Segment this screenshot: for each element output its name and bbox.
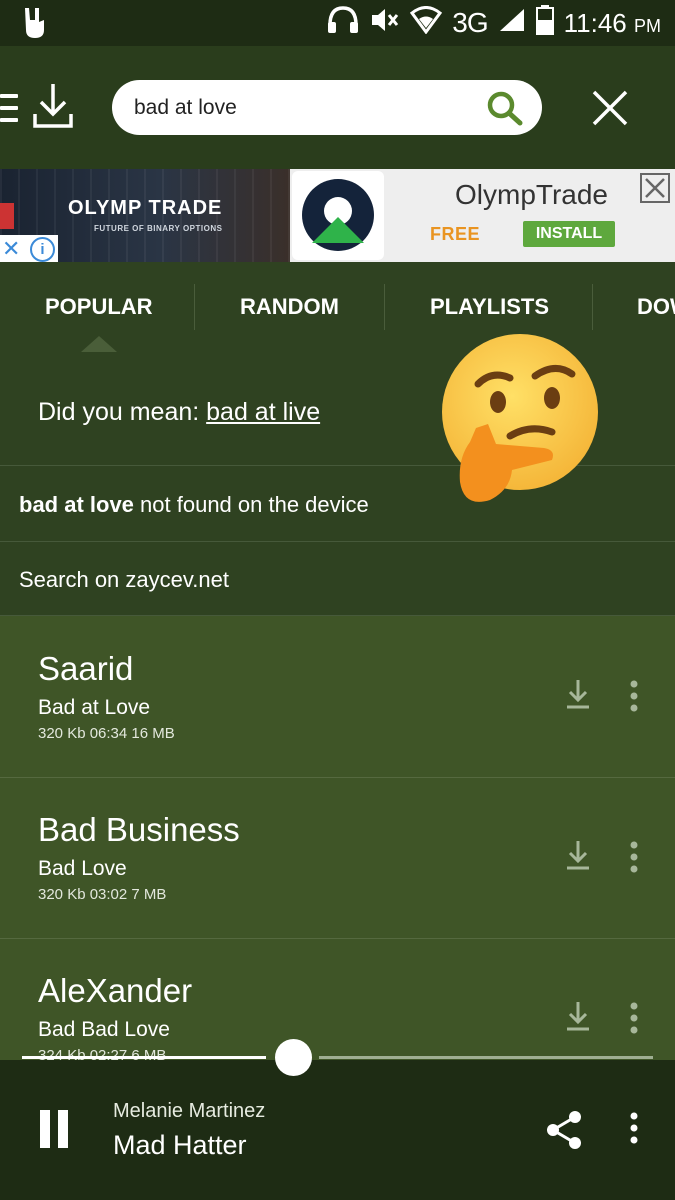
progress-fill: [22, 1056, 266, 1059]
track-meta: 320 Kb 03:02 7 MB: [38, 886, 167, 903]
ad-free-label: FREE: [430, 224, 481, 244]
results-list: Saarid Bad at Love 320 Kb 06:34 16 MB Ba…: [0, 616, 675, 1060]
clock: 11:46 PM: [563, 7, 661, 38]
signal-icon: [498, 7, 526, 40]
suggestion-link[interactable]: bad at live: [206, 398, 320, 426]
tab-playlists[interactable]: PLAYLISTS: [430, 294, 549, 320]
menu-icon[interactable]: [0, 94, 18, 130]
ad-banner[interactable]: OLYMP TRADE FUTURE OF BINARY OPTIONS ✕ i…: [0, 169, 675, 262]
more-options-icon[interactable]: [628, 1002, 640, 1039]
more-options-icon[interactable]: [628, 680, 640, 717]
ad-install-button[interactable]: INSTALL: [523, 221, 615, 247]
track-artist: Saarid: [38, 650, 134, 687]
headset-icon: [326, 5, 360, 42]
track-title: Bad Love: [38, 857, 127, 880]
ad-image[interactable]: OLYMP TRADE FUTURE OF BINARY OPTIONS ✕ i: [0, 169, 290, 262]
progress-thumb[interactable]: [275, 1039, 312, 1076]
track-meta: 320 Kb 06:34 16 MB: [38, 725, 175, 742]
ad-app-logo[interactable]: [292, 171, 384, 260]
progress-track[interactable]: [319, 1056, 653, 1059]
now-playing-artist: Melanie Martinez: [113, 1100, 266, 1122]
search-input[interactable]: [132, 90, 476, 126]
download-icon[interactable]: [565, 678, 591, 715]
list-item[interactable]: Bad Business Bad Love 320 Kb 03:02 7 MB: [0, 777, 675, 939]
playback-progress[interactable]: [22, 1039, 653, 1076]
ad-info-icon[interactable]: i: [30, 237, 55, 262]
network-type: 3G: [452, 7, 488, 38]
ad-tagline: FUTURE OF BINARY OPTIONS: [94, 224, 223, 233]
ad-choices[interactable]: ✕ i: [0, 235, 58, 262]
rock-hand-icon: [22, 6, 48, 45]
download-icon[interactable]: [565, 839, 591, 876]
status-bar: 3G 11:46 PM: [0, 0, 675, 46]
track-title: Bad Bad Love: [38, 1018, 170, 1041]
more-options-icon[interactable]: [628, 1112, 640, 1149]
downloads-icon[interactable]: [32, 82, 74, 137]
ad-title[interactable]: OlympTrade: [455, 179, 608, 211]
ad-dismiss-icon[interactable]: ✕: [2, 235, 20, 262]
track-title: Bad at Love: [38, 696, 151, 719]
close-icon: [645, 178, 665, 198]
search-online-link[interactable]: Search on zaycev.net: [19, 567, 229, 593]
search-box[interactable]: [112, 80, 542, 135]
not-found-message: bad at love not found on the device: [19, 492, 369, 517]
battery-icon: [535, 4, 554, 42]
app-bar: [0, 46, 675, 169]
now-playing-title: Mad Hatter: [113, 1130, 247, 1160]
thinking-face-emoji: [442, 334, 598, 502]
ad-brand: OLYMP TRADE: [68, 197, 223, 219]
close-search-icon[interactable]: [592, 90, 628, 131]
share-icon[interactable]: [545, 1110, 583, 1155]
track-artist: Bad Business: [38, 811, 240, 848]
search-icon[interactable]: [486, 90, 524, 131]
tab-popular[interactable]: POPULAR: [45, 294, 153, 320]
ad-close-button[interactable]: [640, 173, 670, 203]
now-playing-bar: Melanie Martinez Mad Hatter: [0, 1060, 675, 1200]
tab-downloads[interactable]: DOW: [637, 294, 675, 320]
pause-icon[interactable]: [40, 1110, 76, 1153]
list-item[interactable]: Saarid Bad at Love 320 Kb 06:34 16 MB: [0, 616, 675, 778]
list-item[interactable]: AleXander Bad Bad Love 324 Kb 02:27 6 MB: [0, 938, 675, 1060]
mute-icon: [370, 7, 400, 40]
wifi-icon: [410, 5, 443, 41]
tab-random[interactable]: RANDOM: [240, 294, 339, 320]
track-artist: AleXander: [38, 972, 193, 1009]
more-options-icon[interactable]: [628, 841, 640, 878]
download-icon[interactable]: [565, 1000, 591, 1037]
